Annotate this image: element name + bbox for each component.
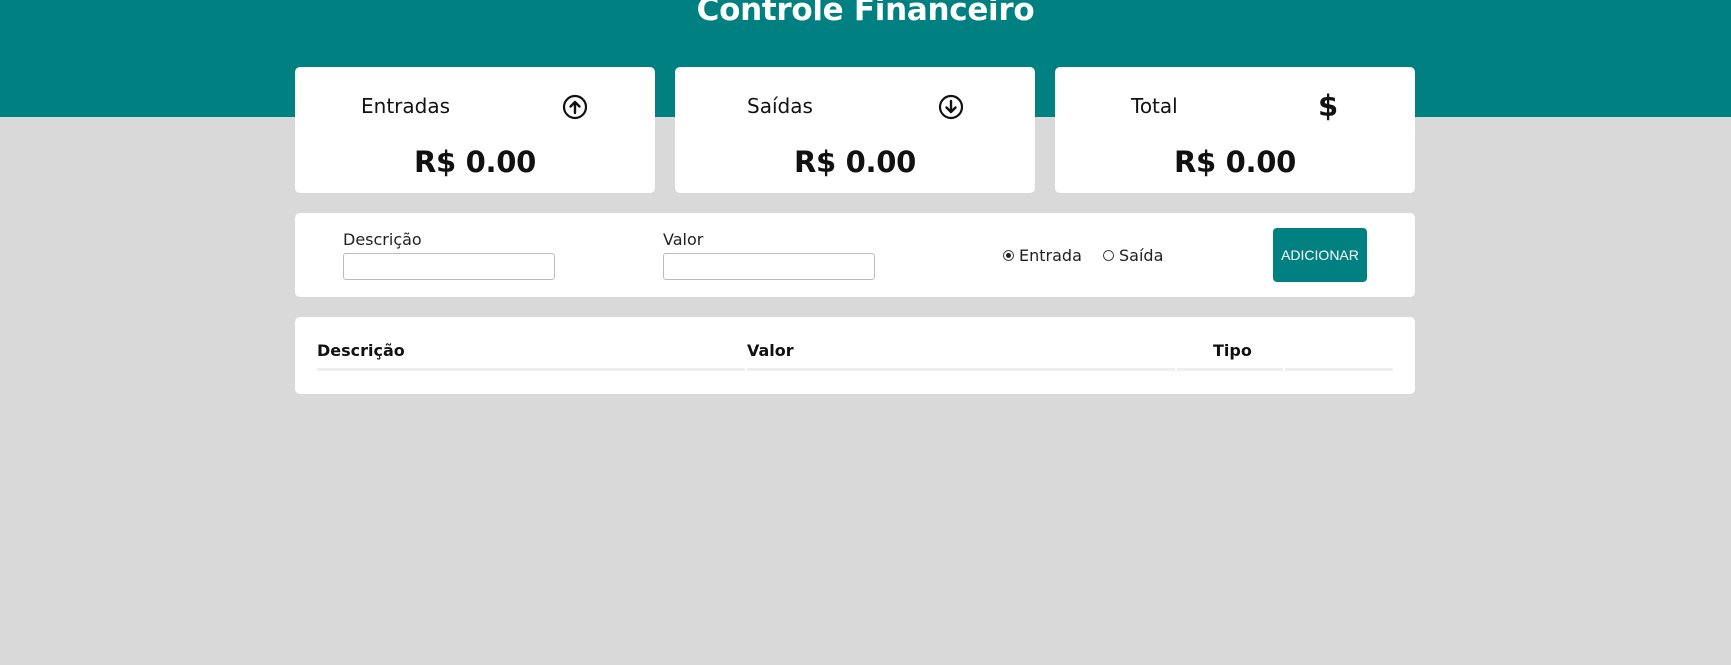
- radio-entrada[interactable]: Entrada: [1003, 246, 1082, 265]
- page-title: Controle Financeiro: [696, 0, 1035, 28]
- value-input[interactable]: [663, 253, 875, 280]
- income-card-value: R$ 0.00: [413, 145, 537, 179]
- income-card: Entradas R$ 0.00: [295, 67, 655, 193]
- transactions-table: Descrição Valor Tipo: [295, 317, 1415, 394]
- expense-card: Saídas R$ 0.00: [675, 67, 1035, 193]
- column-divider: [317, 368, 745, 371]
- column-divider: [1177, 368, 1283, 371]
- column-divider: [747, 368, 1175, 371]
- column-header-type: Tipo: [1213, 341, 1252, 360]
- radio-saida-label[interactable]: Saída: [1119, 246, 1163, 265]
- dollar-icon: $: [1318, 89, 1339, 123]
- total-card-label: Total: [1131, 94, 1178, 118]
- radio-saida-circle[interactable]: [1103, 250, 1114, 261]
- expense-card-value: R$ 0.00: [793, 145, 917, 179]
- arrow-down-circle-icon: [938, 94, 964, 120]
- column-divider: [1285, 368, 1393, 371]
- arrow-up-circle-icon: [562, 94, 588, 120]
- total-card-value: R$ 0.00: [1173, 145, 1297, 179]
- total-card: Total $ R$ 0.00: [1055, 67, 1415, 193]
- column-header-description: Descrição: [317, 341, 405, 360]
- description-input[interactable]: [343, 253, 555, 280]
- radio-saida[interactable]: Saída: [1103, 246, 1163, 265]
- value-label: Valor: [663, 230, 704, 249]
- transaction-form: Descrição Valor Entrada Saída ADICIONAR: [295, 213, 1415, 297]
- income-card-label: Entradas: [361, 94, 451, 118]
- add-button[interactable]: ADICIONAR: [1273, 228, 1367, 282]
- expense-card-label: Saídas: [747, 94, 813, 118]
- radio-entrada-label[interactable]: Entrada: [1019, 246, 1082, 265]
- column-header-value: Valor: [747, 341, 794, 360]
- radio-entrada-circle[interactable]: [1003, 250, 1014, 261]
- description-label: Descrição: [343, 230, 422, 249]
